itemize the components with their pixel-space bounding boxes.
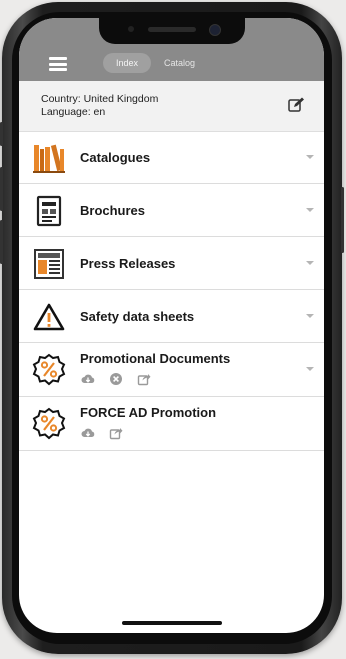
- tab-catalog[interactable]: Catalog: [151, 53, 208, 73]
- language-text: Language: en: [41, 106, 106, 118]
- list-item-catalogues[interactable]: Catalogues: [19, 131, 324, 184]
- chevron-down-icon[interactable]: [306, 314, 314, 318]
- segment-tabs: Index Catalog: [103, 53, 208, 73]
- volume-down-button: [0, 220, 3, 264]
- list-item-promotional-documents[interactable]: Promotional Documents: [19, 343, 324, 397]
- item-actions: [81, 426, 123, 440]
- newspaper-icon: [32, 247, 66, 281]
- document-category-list: Catalogues Brochures Press Releases Safe…: [19, 131, 324, 451]
- country-text: Country: United Kingdom: [41, 93, 159, 105]
- share-icon[interactable]: [109, 426, 123, 440]
- volume-up-button: [0, 167, 3, 211]
- item-actions: [81, 372, 151, 386]
- notch: [99, 18, 245, 44]
- percent-badge-icon: [32, 353, 66, 387]
- sensor-dot: [128, 26, 134, 32]
- list-item-label: Safety data sheets: [80, 309, 195, 324]
- chevron-down-icon[interactable]: [306, 367, 314, 371]
- chevron-down-icon[interactable]: [306, 261, 314, 265]
- share-icon[interactable]: [137, 372, 151, 386]
- chevron-down-icon[interactable]: [306, 155, 314, 159]
- list-item-label: Promotional Documents: [80, 351, 231, 366]
- tab-index[interactable]: Index: [103, 53, 152, 73]
- cloud-download-icon[interactable]: [81, 372, 95, 386]
- warning-triangle-icon: [32, 300, 66, 334]
- app-screen: Index Catalog Country: United Kingdom La…: [19, 18, 324, 633]
- power-button: [341, 187, 344, 253]
- catalogues-books-icon: [32, 141, 66, 175]
- list-item-label: FORCE AD Promotion: [80, 405, 217, 420]
- speaker-grille: [148, 27, 196, 32]
- cloud-download-icon[interactable]: [81, 426, 95, 440]
- list-item-label: Catalogues: [80, 150, 151, 165]
- list-item-label: Press Releases: [80, 256, 176, 271]
- chevron-down-icon[interactable]: [306, 208, 314, 212]
- hamburger-menu-icon[interactable]: [49, 57, 67, 71]
- list-item-label: Brochures: [80, 203, 146, 218]
- front-camera: [209, 24, 221, 36]
- locale-info-panel: Country: United Kingdom Language: en: [19, 81, 324, 132]
- mute-switch: [0, 122, 3, 146]
- home-indicator[interactable]: [122, 621, 222, 625]
- percent-badge-icon: [32, 407, 66, 441]
- brochure-icon: [32, 194, 66, 228]
- list-item-force-ad-promotion[interactable]: FORCE AD Promotion: [19, 397, 324, 451]
- list-item-safety-data-sheets[interactable]: Safety data sheets: [19, 290, 324, 343]
- list-item-press-releases[interactable]: Press Releases: [19, 237, 324, 290]
- edit-icon[interactable]: [287, 96, 305, 114]
- list-item-brochures[interactable]: Brochures: [19, 184, 324, 237]
- remove-circle-icon[interactable]: [109, 372, 123, 386]
